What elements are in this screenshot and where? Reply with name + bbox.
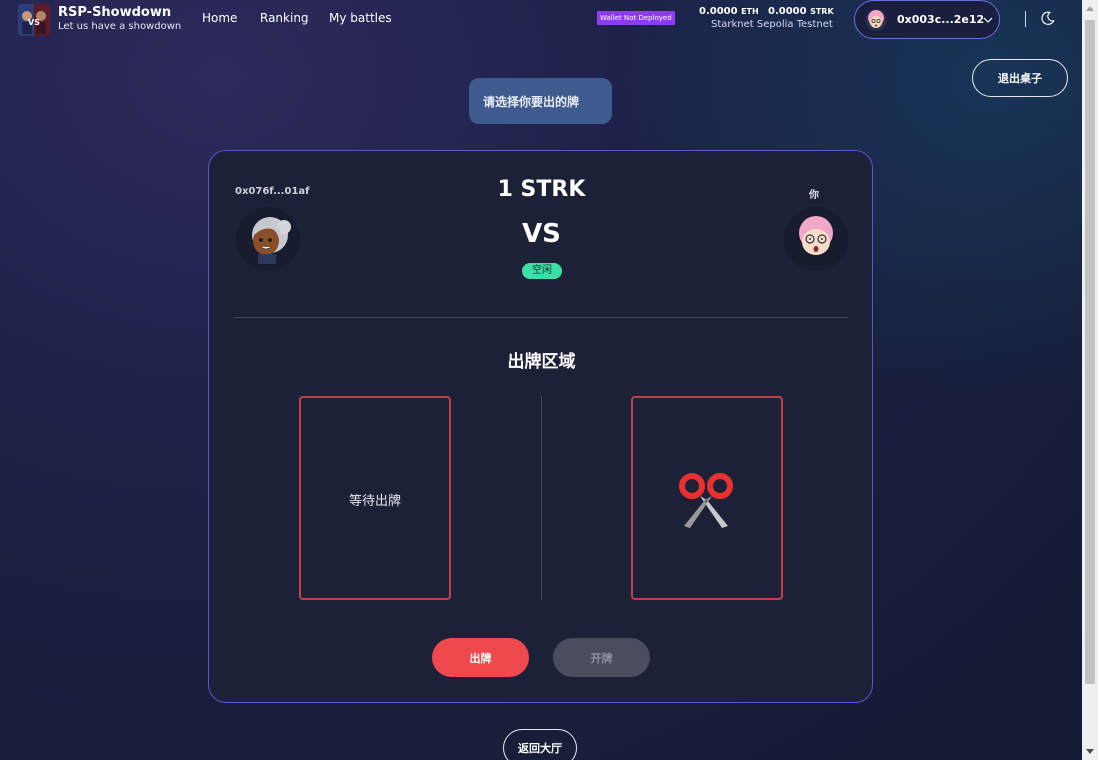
svg-text:VS: VS <box>28 18 40 27</box>
header-divider <box>1025 11 1026 27</box>
vs-label: VS <box>522 219 561 249</box>
choose-card-prompt: 请选择你要出的牌 <box>469 78 612 124</box>
app-logo[interactable]: VS <box>18 4 50 36</box>
scissors-icon <box>679 473 733 528</box>
logo-image: VS <box>18 4 50 36</box>
strk-balance: 0.0000 STRK <box>768 6 834 17</box>
exit-table-button[interactable]: 退出桌子 <box>972 59 1068 97</box>
back-to-lobby-button[interactable]: 返回大厅 <box>503 729 577 760</box>
network-label: Starknet Sepolia Testnet <box>711 19 833 30</box>
slot-divider <box>541 396 542 600</box>
scroll-up-arrow-icon[interactable] <box>1086 6 1094 11</box>
nav-ranking[interactable]: Ranking <box>260 11 309 25</box>
account-button[interactable]: 0x003c...2e12 <box>854 0 1000 39</box>
top-header: VS RSP-Showdown Let us have a showdown H… <box>0 0 1082 39</box>
account-avatar <box>865 9 887 31</box>
eth-amount: 0.0000 <box>699 6 738 17</box>
moon-icon[interactable] <box>1040 11 1055 26</box>
divider <box>234 317 848 318</box>
play-card-button[interactable]: 出牌 <box>432 638 529 677</box>
my-card-slot[interactable] <box>631 396 783 600</box>
eth-balance: 0.0000 ETH <box>699 6 759 17</box>
brand-title[interactable]: RSP-Showdown <box>58 5 171 20</box>
page-scrollbar[interactable] <box>1082 0 1098 760</box>
play-area-title: 出牌区域 <box>507 352 576 372</box>
account-address: 0x003c...2e12 <box>897 13 985 26</box>
battle-card: 0x076f...01af 你 1 STRK VS 空闲 出牌区域 等待出牌 出… <box>208 150 873 703</box>
chevron-down-icon <box>983 17 993 23</box>
brand-subtitle: Let us have a showdown <box>58 21 182 32</box>
wallet-status-badge: Wallet Not Deployed <box>597 11 675 25</box>
reveal-card-button[interactable]: 开牌 <box>553 638 650 677</box>
waiting-text: 等待出牌 <box>348 494 401 509</box>
nav-home[interactable]: Home <box>202 11 237 25</box>
eth-unit: ETH <box>741 7 759 16</box>
scroll-down-arrow-icon[interactable] <box>1086 749 1094 754</box>
nav-my-battles[interactable]: My battles <box>329 11 392 25</box>
strk-unit: STRK <box>810 7 834 16</box>
opponent-card-slot: 等待出牌 <box>299 396 451 600</box>
stake-amount: 1 STRK <box>497 177 586 202</box>
table-status-badge: 空闲 <box>522 263 562 279</box>
scrollbar-thumb[interactable] <box>1085 20 1095 684</box>
strk-amount: 0.0000 <box>768 6 807 17</box>
